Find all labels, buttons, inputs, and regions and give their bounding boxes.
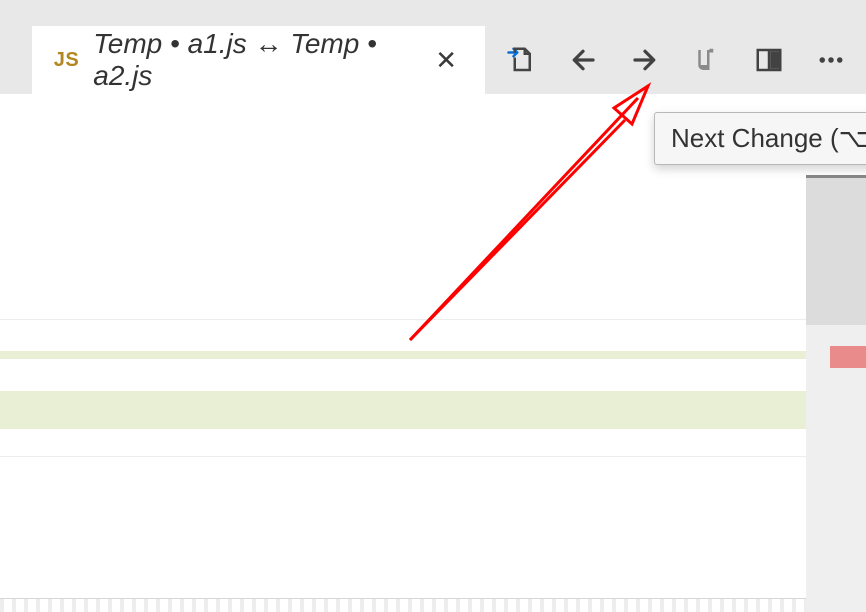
tooltip-next-change: Next Change (⌥F5)	[654, 112, 866, 165]
editor-actions	[486, 26, 866, 94]
previous-change-icon[interactable]	[552, 26, 614, 94]
diff-line	[0, 456, 806, 488]
toggle-split-layout-icon[interactable]	[738, 26, 800, 94]
diff-bottom-hatch	[0, 598, 806, 612]
tab-title: Temp • a1.js ↔ Temp • a2.js	[93, 28, 415, 92]
diff-editor[interactable]	[0, 94, 866, 612]
toggle-whitespace-icon[interactable]	[676, 26, 738, 94]
tabbar-leading-gap	[0, 26, 32, 94]
diff-line-added	[0, 391, 806, 429]
go-to-file-icon[interactable]	[490, 26, 552, 94]
tooltip-text: Next Change (⌥F5)	[671, 123, 866, 153]
next-change-icon[interactable]	[614, 26, 676, 94]
close-icon[interactable]: ✕	[429, 39, 463, 82]
minimap-viewport[interactable]	[806, 175, 866, 325]
editor-tab[interactable]: JS Temp • a1.js ↔ Temp • a2.js ✕	[32, 26, 486, 94]
diff-line	[0, 319, 806, 351]
more-actions-icon[interactable]	[800, 26, 862, 94]
tab-bar: JS Temp • a1.js ↔ Temp • a2.js ✕	[0, 26, 866, 94]
diff-line-added	[0, 351, 806, 359]
titlebar-gap	[0, 0, 866, 26]
language-badge: JS	[54, 49, 79, 72]
minimap-change-marker	[830, 346, 866, 368]
